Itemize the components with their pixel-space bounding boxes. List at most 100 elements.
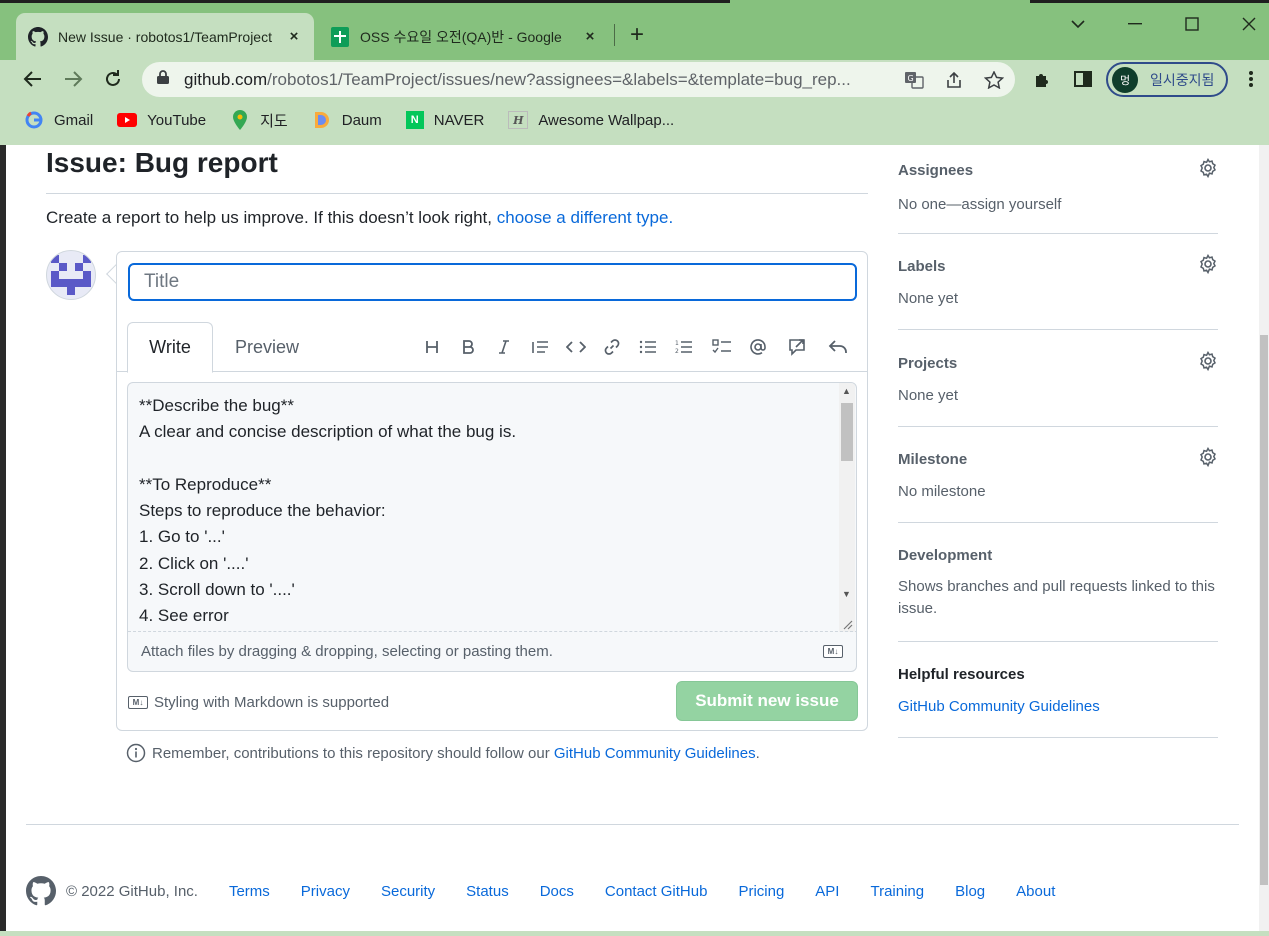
bookmark-youtube[interactable]: YouTube bbox=[117, 111, 206, 129]
tab-preview[interactable]: Preview bbox=[229, 322, 305, 372]
choose-type-link[interactable]: choose a different type. bbox=[497, 208, 673, 227]
divider bbox=[898, 329, 1218, 330]
unordered-list-icon[interactable] bbox=[637, 336, 659, 358]
maximize-button[interactable] bbox=[1178, 10, 1206, 38]
gear-icon[interactable] bbox=[1198, 350, 1218, 372]
footer: © 2022 GitHub, Inc. Terms Privacy Securi… bbox=[26, 875, 1086, 907]
quote-icon[interactable] bbox=[529, 336, 551, 358]
footer-link-terms[interactable]: Terms bbox=[229, 883, 270, 900]
footer-link-about[interactable]: About bbox=[1016, 883, 1055, 900]
chevron-down-icon[interactable] bbox=[1064, 10, 1092, 38]
share-icon[interactable] bbox=[944, 71, 964, 89]
mention-icon[interactable] bbox=[747, 336, 769, 358]
community-guidelines-link[interactable]: GitHub Community Guidelines bbox=[898, 698, 1218, 715]
labels-value: None yet bbox=[898, 290, 959, 307]
url-text[interactable]: github.com/robotos1/TeamProject/issues/n… bbox=[184, 70, 889, 90]
translate-icon[interactable]: G bbox=[904, 71, 924, 89]
gear-icon[interactable] bbox=[1198, 446, 1218, 468]
markdown-support-note[interactable]: M↓ Styling with Markdown is supported bbox=[128, 694, 389, 711]
lock-icon[interactable] bbox=[156, 69, 174, 90]
footer-link-privacy[interactable]: Privacy bbox=[301, 883, 350, 900]
new-tab-button[interactable]: + bbox=[630, 23, 644, 47]
avatar[interactable] bbox=[46, 250, 96, 300]
window-bottom-edge bbox=[0, 931, 1269, 936]
ordered-list-icon[interactable]: 12 bbox=[673, 336, 695, 358]
bold-icon[interactable] bbox=[457, 336, 479, 358]
development-value: Shows branches and pull requests linked … bbox=[898, 578, 1215, 617]
footer-link-training[interactable]: Training bbox=[870, 883, 924, 900]
title-input[interactable]: Title bbox=[128, 263, 857, 301]
italic-icon[interactable] bbox=[493, 336, 515, 358]
milestone-heading[interactable]: Milestone bbox=[898, 451, 1218, 468]
browser-chrome: New Issue · robotos1/TeamProject × OSS 수… bbox=[0, 0, 1269, 145]
cross-reference-icon[interactable] bbox=[787, 336, 809, 358]
task-list-icon[interactable] bbox=[711, 336, 733, 358]
footer-link-docs[interactable]: Docs bbox=[540, 883, 574, 900]
bookmark-wallpaper[interactable]: H Awesome Wallpap... bbox=[508, 111, 674, 129]
sidebar-projects: Projects None yet bbox=[898, 350, 1218, 404]
tab-write[interactable]: Write bbox=[127, 322, 213, 373]
address-bar[interactable]: github.com/robotos1/TeamProject/issues/n… bbox=[142, 62, 1015, 97]
bookmark-gmail[interactable]: Gmail bbox=[24, 111, 93, 129]
minimize-button[interactable] bbox=[1121, 10, 1149, 38]
divider bbox=[898, 233, 1218, 234]
close-window-button[interactable] bbox=[1235, 10, 1263, 38]
github-logo-icon[interactable] bbox=[26, 876, 56, 906]
bookmark-daum[interactable]: Daum bbox=[312, 111, 382, 129]
back-button[interactable] bbox=[18, 64, 48, 94]
attach-files-bar[interactable]: Attach files by dragging & dropping, sel… bbox=[128, 631, 856, 671]
side-panel-icon[interactable] bbox=[1068, 64, 1098, 94]
star-icon[interactable] bbox=[983, 70, 1005, 90]
footer-link-security[interactable]: Security bbox=[381, 883, 435, 900]
scroll-up-icon[interactable]: ▲ bbox=[842, 386, 851, 396]
bookmark-maps[interactable]: 지도 bbox=[230, 110, 288, 131]
assignees-heading[interactable]: Assignees bbox=[898, 162, 1218, 179]
extensions-icon[interactable] bbox=[1028, 64, 1058, 94]
heading-icon[interactable] bbox=[421, 336, 443, 358]
page-scrollbar[interactable] bbox=[1259, 145, 1269, 931]
community-guidelines-link[interactable]: GitHub Community Guidelines bbox=[554, 745, 756, 762]
reload-button[interactable] bbox=[98, 64, 128, 94]
editor-scrollbar[interactable]: ▲ ▼ bbox=[839, 383, 855, 632]
scroll-down-icon[interactable]: ▼ bbox=[842, 589, 851, 599]
kebab-menu-icon[interactable] bbox=[1236, 64, 1266, 94]
footer-link-status[interactable]: Status bbox=[466, 883, 509, 900]
footer-link-contact[interactable]: Contact GitHub bbox=[605, 883, 708, 900]
resize-handle-icon[interactable] bbox=[840, 617, 854, 631]
sidebar-labels: Labels None yet bbox=[898, 253, 1218, 307]
sidebar-development: Development Shows branches and pull requ… bbox=[898, 547, 1218, 620]
issue-body-editor[interactable]: **Describe the bug** A clear and concise… bbox=[127, 382, 857, 672]
projects-heading[interactable]: Projects bbox=[898, 355, 1218, 372]
scrollbar-thumb[interactable] bbox=[841, 403, 853, 461]
tab-github-new-issue[interactable]: New Issue · robotos1/TeamProject × bbox=[16, 13, 314, 60]
profile-status: 일시중지됨 bbox=[1150, 71, 1215, 88]
naver-icon: N bbox=[405, 111, 424, 129]
divider bbox=[46, 193, 868, 194]
assign-yourself-link[interactable]: No one—assign yourself bbox=[898, 196, 1218, 213]
profile-button[interactable]: 멍 일시중지됨 bbox=[1106, 62, 1228, 97]
submit-new-issue-button[interactable]: Submit new issue bbox=[676, 681, 858, 721]
sidebar-helpful-resources: Helpful resources GitHub Community Guide… bbox=[898, 666, 1218, 715]
tab-divider bbox=[614, 24, 615, 46]
footer-link-api[interactable]: API bbox=[815, 883, 839, 900]
footer-copyright: © 2022 GitHub, Inc. bbox=[66, 882, 198, 900]
google-icon bbox=[24, 111, 44, 129]
scrollbar-thumb[interactable] bbox=[1260, 335, 1268, 885]
footer-link-blog[interactable]: Blog bbox=[955, 883, 985, 900]
youtube-icon bbox=[117, 111, 138, 129]
forward-button[interactable] bbox=[58, 64, 88, 94]
markdown-icon[interactable]: M↓ bbox=[823, 645, 843, 658]
bookmark-naver[interactable]: N NAVER bbox=[405, 111, 484, 129]
close-tab-icon[interactable]: × bbox=[582, 28, 598, 45]
tab-google-sheets[interactable]: OSS 수요일 오전(QA)반 - Google × bbox=[318, 13, 610, 60]
close-tab-icon[interactable]: × bbox=[286, 28, 302, 45]
code-icon[interactable] bbox=[565, 336, 587, 358]
reply-icon[interactable] bbox=[827, 336, 849, 358]
gear-icon[interactable] bbox=[1198, 253, 1218, 275]
sheets-icon bbox=[330, 26, 350, 47]
gear-icon[interactable] bbox=[1198, 157, 1218, 179]
footer-link-pricing[interactable]: Pricing bbox=[738, 883, 784, 900]
link-icon[interactable] bbox=[601, 336, 623, 358]
issue-body-text[interactable]: **Describe the bug** A clear and concise… bbox=[139, 393, 829, 630]
labels-heading[interactable]: Labels bbox=[898, 258, 1218, 275]
